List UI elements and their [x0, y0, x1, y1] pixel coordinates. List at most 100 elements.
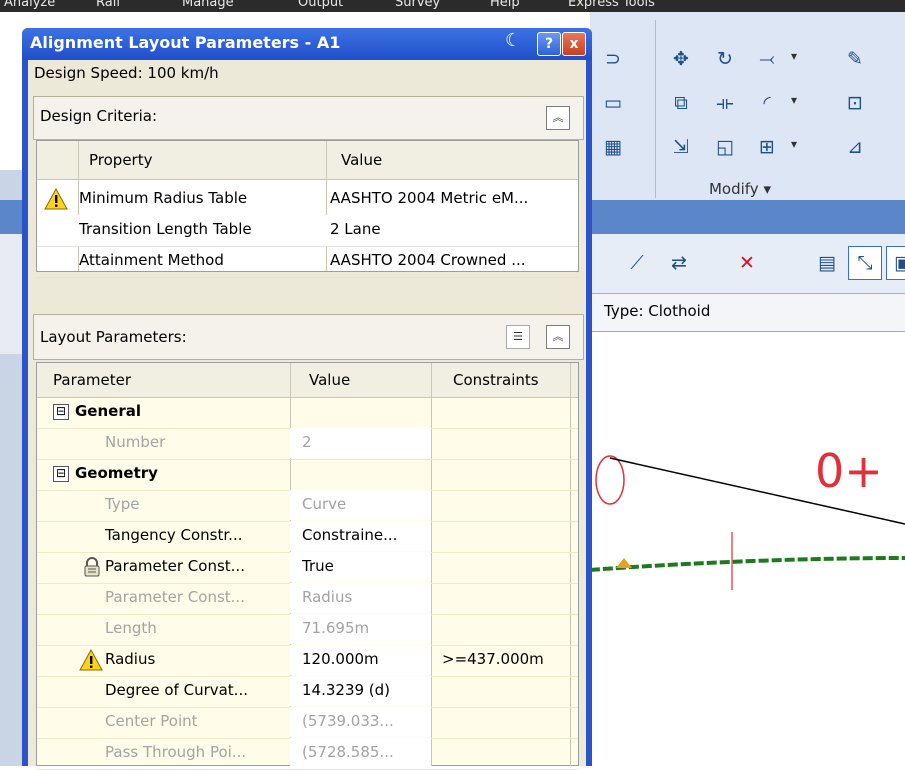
parameter-cell: Pass Through Poi... — [105, 743, 247, 761]
layout-parameters-label: Layout Parameters: — [40, 328, 187, 346]
property-column-header[interactable]: Property — [89, 151, 152, 169]
move-icon[interactable]: ✥ — [664, 42, 698, 76]
warning-icon — [44, 188, 68, 210]
value-cell[interactable]: 120.000m — [302, 650, 379, 668]
layout-parameters-header: Layout Parameters: ☰ ︽ — [33, 314, 584, 360]
design-criteria-grid-header: Property Value — [37, 141, 578, 180]
layout-tools-toolbar: ⟋ ⇄ ✕ ▤ ⤡ ▣ — [590, 234, 905, 294]
ribbon-panel-label[interactable]: Modify ▾ — [590, 180, 890, 198]
value-cell: (5739.033... — [302, 712, 394, 730]
group-label: General — [75, 402, 141, 420]
parameter-cell: Length — [105, 619, 157, 637]
grid-view-icon[interactable]: ▤ — [810, 246, 844, 280]
group-row-geometry[interactable]: ⊟ Geometry — [37, 459, 578, 491]
value-cell: 71.695m — [302, 619, 370, 637]
menu-output[interactable]: Output — [298, 0, 343, 10]
menu-manage[interactable]: Manage — [182, 0, 234, 10]
value-cell[interactable]: AASHTO 2004 Metric eM... — [330, 189, 528, 207]
collapse-expander-icon[interactable]: ⊟ — [53, 466, 69, 482]
menu-express-tools[interactable]: Express Tools — [568, 0, 655, 10]
station-zero-glyph — [595, 455, 625, 505]
mirror-icon[interactable]: ⟛ — [708, 86, 742, 120]
explode-icon[interactable]: ▦ — [596, 130, 630, 164]
table-row[interactable]: Type Curve — [37, 490, 578, 522]
ribbon-modify-panel: ⊃ ▭ ▦ ✥ ⧉ ⇲ ↻ ⟛ ◱ ⤙ ◜ ⊞ ✎ ⊡ ⊿ — [590, 12, 905, 202]
value-cell[interactable]: AASHTO 2004 Crowned ... — [330, 251, 526, 269]
reverse-icon[interactable]: ⇄ — [662, 246, 696, 280]
pi-marker-icon — [616, 558, 632, 568]
align-icon[interactable]: ⇲ — [664, 130, 698, 164]
close-button[interactable]: x — [562, 32, 586, 56]
trim-icon[interactable]: ⤙ — [750, 42, 797, 76]
menu-bar: Analyze Rail Manage Output Survey Help E… — [0, 0, 905, 12]
value-column-header[interactable]: Value — [341, 151, 382, 169]
value-column-header[interactable]: Value — [309, 371, 350, 389]
stretch-icon[interactable]: ⊿ — [838, 130, 872, 164]
rectangle-icon[interactable]: ▭ — [596, 86, 630, 120]
parameter-cell: Type — [105, 495, 140, 513]
design-criteria-label: Design Criteria: — [40, 107, 158, 125]
table-row[interactable]: Tangency Constr... Constraine... — [37, 521, 578, 553]
drawing-canvas[interactable]: 0+ — [589, 332, 905, 766]
constraints-column-header[interactable]: Constraints — [453, 371, 539, 389]
break-icon[interactable]: ⊃ — [596, 42, 630, 76]
delete-subentity-icon[interactable]: ✕ — [730, 246, 764, 280]
scale-icon[interactable]: ◱ — [708, 130, 742, 164]
menu-survey[interactable]: Survey — [395, 0, 440, 10]
lock-icon[interactable] — [80, 556, 104, 578]
ribbon-separator — [655, 20, 656, 198]
warning-icon — [79, 649, 103, 671]
table-row[interactable]: Degree of Curvat... 14.3239 (d) — [37, 676, 578, 708]
parameter-cell: Number — [105, 433, 166, 451]
table-row[interactable]: Parameter Const... Radius — [37, 583, 578, 615]
copy-icon[interactable]: ⧉ — [664, 86, 698, 120]
collapse-expander-icon[interactable]: ⊟ — [53, 404, 69, 420]
array-icon[interactable]: ⊞ — [750, 130, 797, 164]
table-row[interactable]: Transition Length Table 2 Lane — [37, 215, 578, 247]
parameters-icon[interactable]: ▣ — [886, 246, 905, 280]
value-cell: 2 — [302, 433, 312, 451]
table-row[interactable]: Minimum Radius Table AASHTO 2004 Metric … — [37, 184, 578, 216]
help-button[interactable]: ? — [537, 32, 561, 56]
property-cell: Attainment Method — [79, 251, 224, 269]
curve-tool-icon[interactable]: ⟋ — [620, 246, 654, 280]
value-cell: (5728.585... — [302, 743, 394, 761]
fillet-icon[interactable]: ◜ — [750, 86, 797, 120]
table-row[interactable]: Parameter Const... True — [37, 552, 578, 584]
table-row[interactable]: Pass Through Poi... (5728.585... — [37, 738, 578, 770]
rotate-icon[interactable]: ↻ — [708, 42, 742, 76]
menu-rail[interactable]: Rail — [96, 0, 120, 10]
menu-analyze[interactable]: Analyze — [4, 0, 55, 10]
moon-icon[interactable]: ☾ — [505, 30, 521, 51]
value-cell[interactable]: True — [302, 557, 334, 575]
station-label: 0+ — [815, 444, 883, 498]
collapse-icon[interactable]: ︽ — [546, 106, 570, 130]
table-row[interactable]: Length 71.695m — [37, 614, 578, 646]
menu-help[interactable]: Help — [490, 0, 520, 10]
window-title: Alignment Layout Parameters - A1 — [30, 33, 341, 52]
constraint-cell: >=437.000m — [442, 650, 544, 668]
value-cell: Radius — [302, 588, 353, 606]
parameter-column-header[interactable]: Parameter — [53, 371, 131, 389]
table-row[interactable]: Attainment Method AASHTO 2004 Crowned ..… — [37, 246, 578, 278]
value-cell[interactable]: Constraine... — [302, 526, 397, 544]
parameter-cell: Degree of Curvat... — [105, 681, 248, 699]
parameter-cell: Parameter Const... — [105, 588, 245, 606]
table-row[interactable]: Number 2 — [37, 428, 578, 460]
value-cell[interactable]: 14.3239 (d) — [302, 681, 390, 699]
chevron-down-icon: ▾ — [763, 180, 771, 198]
parameter-cell: Center Point — [105, 712, 198, 730]
left-palette-panel — [0, 234, 22, 354]
parameter-cell: Radius — [105, 650, 156, 668]
collapse-icon[interactable]: ︽ — [546, 325, 570, 349]
list-view-icon[interactable]: ☰ — [506, 325, 530, 349]
pick-subentity-icon[interactable]: ⤡ — [848, 246, 882, 280]
brush-icon[interactable]: ✎ — [838, 42, 872, 76]
offset-icon[interactable]: ⊡ — [838, 86, 872, 120]
table-row[interactable]: Center Point (5739.033... — [37, 707, 578, 739]
table-row[interactable]: Radius 120.000m >=437.000m — [37, 645, 578, 677]
layout-parameters-grid-header: Parameter Value Constraints — [37, 363, 578, 398]
value-cell[interactable]: 2 Lane — [330, 220, 381, 238]
group-row-general[interactable]: ⊟ General — [37, 397, 578, 429]
alignment-drawing: 0+ — [589, 444, 905, 590]
